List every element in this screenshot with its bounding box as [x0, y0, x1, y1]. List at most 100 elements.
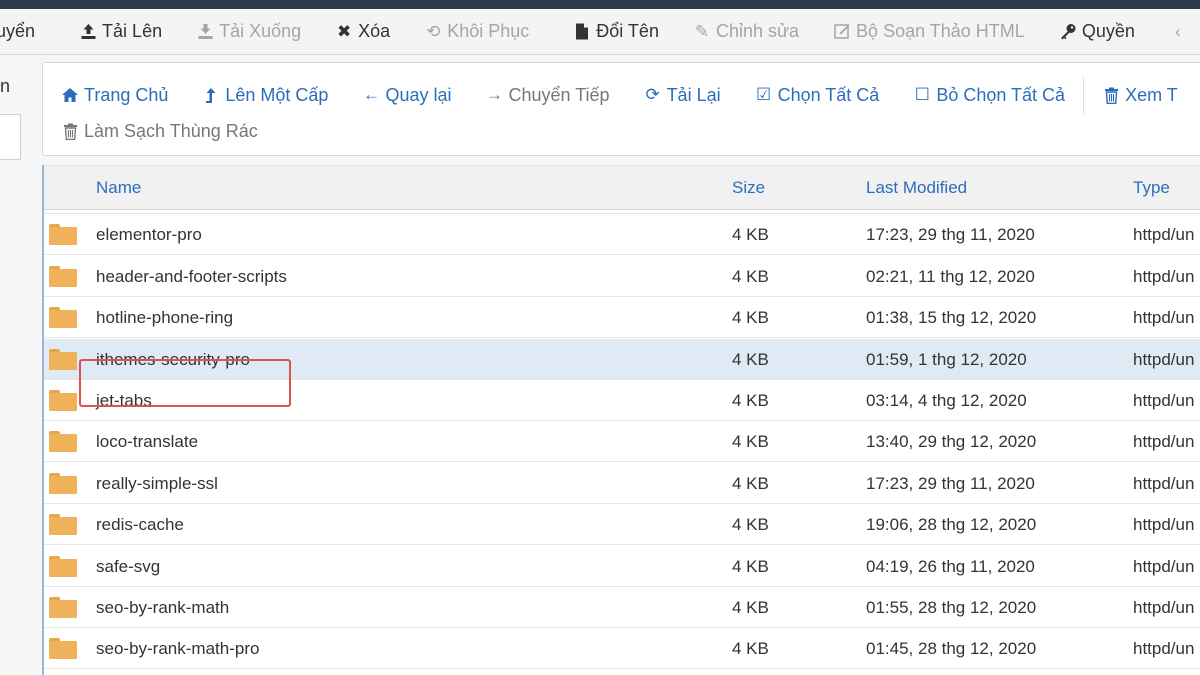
file-type: httpd/un	[1133, 556, 1195, 576]
column-header-name[interactable]: Name	[96, 178, 141, 198]
table-row[interactable]: seo-by-rank-math 4 KB 01:55, 28 thg 12, 20…	[44, 587, 1200, 628]
table-row[interactable]: jet-tabs 4 KB 03:14, 4 thg 12, 2020 httpd/u…	[44, 380, 1200, 421]
permissions-button[interactable]: Quyền	[1059, 21, 1135, 42]
file-name[interactable]: safe-svg	[96, 557, 160, 577]
column-header-size[interactable]: Size	[732, 178, 765, 198]
download-button[interactable]: Tải Xuống	[196, 21, 301, 42]
file-size: 4 KB	[732, 515, 769, 535]
file-name[interactable]: header-and-footer-scripts	[96, 267, 287, 287]
file-last-modified: 19:06, 28 thg 12, 2020	[866, 515, 1037, 535]
navigation-panel: Trang Chủ Lên Một Cấp ← Quay lại → Chuyể…	[42, 62, 1200, 156]
move-label: uyển	[0, 21, 36, 41]
trash-icon	[61, 123, 79, 140]
left-sidebar-input[interactable]	[0, 114, 21, 160]
file-last-modified: 01:55, 28 thg 12, 2020	[866, 598, 1037, 617]
nav-reload-button[interactable]: ⟳ Tải Lại	[644, 85, 720, 106]
file-name[interactable]: elementor-pro	[96, 225, 202, 245]
nav-unselect-all-button[interactable]: ☐ Bỏ Chọn Tất Cả	[913, 85, 1065, 106]
home-icon	[61, 87, 79, 103]
html-editor-label: Bộ Soạn Thảo HTML	[856, 21, 1025, 41]
table-row[interactable]: safe-svg 4 KB 04:19, 26 thg 11, 2020 httpd/…	[44, 546, 1200, 587]
html-editor-button[interactable]: Bộ Soạn Thảo HTML	[833, 21, 1025, 42]
file-type: httpd/un	[1133, 308, 1195, 328]
file-name[interactable]: ithemes-security-pro	[96, 350, 250, 370]
table-row[interactable]: hotline-phone-ring 4 KB 01:38, 15 thg 12, …	[44, 297, 1200, 339]
download-icon	[196, 23, 214, 40]
delete-label: Xóa	[358, 21, 391, 41]
nav-back-button[interactable]: ← Quay lại	[362, 84, 452, 106]
nav-forward-button[interactable]: → Chuyển Tiếp	[485, 85, 610, 106]
file-last-modified: 01:59, 1 thg 12, 2020	[866, 349, 1027, 369]
refresh-icon: ⟳	[645, 85, 660, 104]
nav-up-level-label: Lên Một Cấp	[225, 84, 329, 105]
file-size: 4 KB	[732, 556, 769, 576]
file-type: httpd/un	[1133, 473, 1195, 493]
move-button[interactable]: uyển	[0, 21, 35, 42]
column-header-last-modified[interactable]: Last Modified	[866, 178, 967, 198]
rename-button[interactable]: Đổi Tên	[573, 21, 659, 42]
arrow-right-icon: →	[485, 85, 503, 104]
chevron-left-icon: ‹	[1175, 21, 1181, 41]
nav-empty-trash-button[interactable]: Làm Sạch Thùng Rác	[61, 121, 258, 142]
folder-icon	[49, 514, 77, 536]
table-row[interactable]: elementor-pro 4 KB 17:23, 29 thg 11, 2020 h…	[44, 214, 1200, 256]
upload-icon	[79, 23, 97, 40]
nav-up-level-button[interactable]: Lên Một Cấp	[202, 85, 328, 106]
permissions-label: Quyền	[1081, 21, 1135, 41]
column-header-type[interactable]: Type	[1133, 178, 1170, 198]
folder-icon	[49, 431, 77, 453]
file-last-modified: 17:23, 29 thg 11, 2020	[866, 473, 1035, 493]
table-row[interactable]: loco-translate 4 KB 13:40, 29 thg 12, 2020…	[44, 421, 1200, 463]
file-type: httpd/un	[1133, 432, 1195, 452]
table-row[interactable]: ithemes-security-pro 4 KB 01:59, 1 thg 12,…	[44, 338, 1200, 380]
file-size: 4 KB	[732, 391, 769, 410]
file-last-modified: 17:23, 29 thg 11, 2020	[866, 225, 1035, 245]
edit-button[interactable]: ✎ Chỉnh sửa	[693, 21, 799, 42]
folder-icon	[49, 265, 77, 287]
nav-back-label: Quay lại	[385, 84, 452, 105]
left-sidebar-label: n	[0, 76, 11, 96]
nav-row-primary: Trang Chủ Lên Một Cấp ← Quay lại → Chuyể…	[61, 76, 1200, 114]
level-up-icon	[202, 87, 220, 104]
more-button[interactable]: ‹	[1169, 22, 1192, 42]
folder-icon	[49, 307, 77, 329]
file-type: httpd/un	[1133, 225, 1195, 245]
folder-icon	[49, 638, 77, 660]
nav-view-trash-button[interactable]: Xem T	[1102, 85, 1178, 106]
table-row[interactable]: seo-by-rank-math-pro 4 KB 01:45, 28 thg 12…	[44, 628, 1200, 670]
table-header: Name Size Last Modified Type	[44, 165, 1200, 210]
restore-button[interactable]: ⟲ Khôi Phục	[424, 21, 529, 42]
file-type: httpd/un	[1133, 266, 1195, 286]
pencil-icon: ✎	[694, 21, 710, 41]
file-last-modified: 04:19, 26 thg 11, 2020	[866, 556, 1035, 576]
file-name[interactable]: really-simple-ssl	[96, 474, 218, 494]
file-size: 4 KB	[732, 266, 769, 286]
rename-label: Đổi Tên	[596, 21, 659, 41]
checkbox-empty-icon: ☐	[914, 85, 930, 104]
folder-icon	[49, 224, 77, 246]
file-name[interactable]: seo-by-rank-math	[96, 598, 229, 618]
file-name[interactable]: hotline-phone-ring	[96, 308, 233, 328]
table-row[interactable]: really-simple-ssl 4 KB 17:23, 29 thg 11, 2…	[44, 463, 1200, 504]
table-row[interactable]: redis-cache 4 KB 19:06, 28 thg 12, 2020 htt…	[44, 504, 1200, 546]
edit-label: Chỉnh sửa	[715, 21, 800, 41]
file-type: httpd/un	[1133, 349, 1195, 369]
file-last-modified: 02:21, 11 thg 12, 2020	[866, 266, 1035, 286]
folder-icon	[49, 555, 77, 577]
file-name[interactable]: loco-translate	[96, 432, 198, 452]
upload-button[interactable]: Tải Lên	[79, 21, 162, 42]
main-toolbar: uyển Tải Lên Tải Xuống ✖ Xóa ⟲ Khôi Phục…	[0, 9, 1200, 55]
nav-empty-trash-label: Làm Sạch Thùng Rác	[84, 121, 258, 141]
nav-select-all-button[interactable]: ☑ Chọn Tất Cả	[755, 85, 879, 106]
file-name[interactable]: jet-tabs	[96, 391, 152, 411]
table-row[interactable]: header-and-footer-scripts 4 KB 02:21, 11 t…	[44, 256, 1200, 297]
file-table: elementor4 KB13:35, 29 thg 12, 2020httpd…	[42, 165, 1200, 675]
checkbox-checked-icon: ☑	[755, 85, 772, 104]
file-last-modified: 01:45, 28 thg 12, 2020	[866, 639, 1037, 659]
delete-icon: ✖	[337, 21, 352, 41]
arrow-left-icon: ←	[362, 85, 380, 104]
nav-home-button[interactable]: Trang Chủ	[61, 85, 168, 106]
file-name[interactable]: redis-cache	[96, 515, 184, 535]
delete-button[interactable]: ✖ Xóa	[335, 21, 390, 42]
file-name[interactable]: seo-by-rank-math-pro	[96, 639, 259, 659]
